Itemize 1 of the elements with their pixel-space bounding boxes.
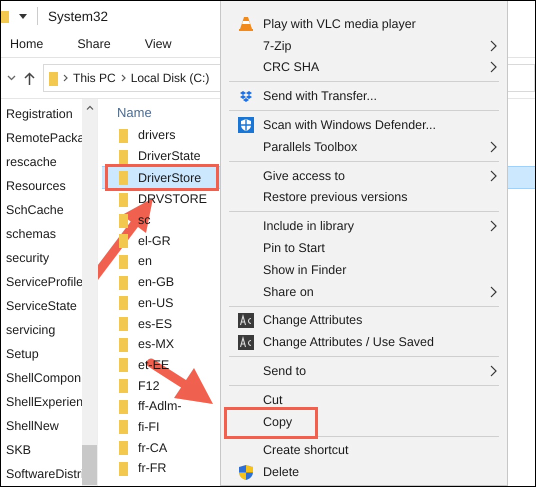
window-title: System32: [48, 8, 108, 24]
